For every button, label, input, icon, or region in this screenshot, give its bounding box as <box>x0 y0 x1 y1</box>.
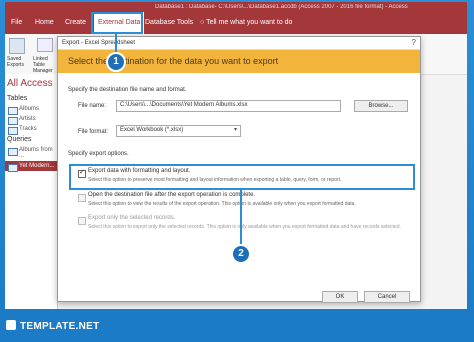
background: Database1 : Database- C:\Users\...\Datab… <box>0 0 474 342</box>
open-after-export-checkbox[interactable] <box>78 194 86 202</box>
navigation-pane: All Access Tables Albums Artists Tracks … <box>5 74 58 309</box>
tab-create[interactable]: Create <box>65 12 86 34</box>
file-format-value: Excel Workbook (*.xlsx) <box>120 127 184 133</box>
options-heading: Specify export options. <box>68 151 129 157</box>
open-after-export-label[interactable]: Open the destination file after the expo… <box>88 192 255 198</box>
nav-item-query-1[interactable]: Albums from ... <box>5 145 57 161</box>
nav-item-albums[interactable]: Albums <box>5 104 57 115</box>
open-after-export-desc: Select this option to view the results o… <box>88 201 356 207</box>
ok-button[interactable]: OK <box>322 291 358 303</box>
selected-records-desc: Select this option to export only the se… <box>88 224 401 230</box>
close-icon[interactable]: ? <box>412 38 416 47</box>
tell-me-text: Tell me what you want to do <box>206 19 293 26</box>
nav-item-query-2[interactable]: Yet Modern... <box>5 161 57 172</box>
highlight-export-formatting-option <box>69 164 415 190</box>
tab-home[interactable]: Home <box>35 12 54 34</box>
linked-table-manager-label[interactable]: Linked Table Manager <box>33 56 57 74</box>
callout-1: 1 <box>106 52 126 72</box>
chevron-down-icon: ▾ <box>233 127 237 133</box>
footer-bar: TEMPLATE.NET <box>0 309 474 342</box>
callout-2: 2 <box>231 244 251 264</box>
query-icon <box>8 148 18 156</box>
nav-group-queries[interactable]: Queries <box>5 134 57 145</box>
template-net-logo-icon <box>6 320 16 330</box>
nav-group-tables[interactable]: Tables <box>5 93 57 104</box>
callout-1-connector <box>115 32 117 52</box>
table-icon <box>8 127 18 135</box>
lightbulb-icon: ○ <box>200 19 205 26</box>
browse-button[interactable]: Browse... <box>354 100 408 112</box>
saved-exports-icon[interactable] <box>9 38 25 54</box>
file-format-select[interactable]: Excel Workbook (*.xlsx) ▾ <box>116 125 241 137</box>
highlight-external-data-tab <box>91 12 143 34</box>
dialog-title: Export - Excel Spreadsheet <box>58 37 420 50</box>
nav-header[interactable]: All Access <box>5 74 57 93</box>
spec-text: Specify the destination file name and fo… <box>68 87 187 93</box>
query-icon <box>8 164 18 172</box>
file-name-label: File name: <box>78 103 107 109</box>
tell-me-search[interactable]: ○ Tell me what you want to do <box>200 12 292 34</box>
ribbon-tabs: File Home Create External Data Database … <box>5 12 467 34</box>
file-name-field[interactable]: C:\Users\...\Documents\Yet Modern Albums… <box>116 100 341 112</box>
nav-item-tracks[interactable]: Tracks <box>5 124 57 135</box>
cancel-button[interactable]: Cancel <box>364 291 410 303</box>
linked-table-manager-icon[interactable] <box>37 38 53 52</box>
selected-records-checkbox[interactable] <box>78 217 86 225</box>
brand-text: TEMPLATE.NET <box>20 321 100 332</box>
saved-exports-label[interactable]: Saved Exports <box>7 56 33 68</box>
file-format-label: File format: <box>78 129 109 135</box>
selected-records-label[interactable]: Export only the selected records. <box>88 215 175 221</box>
tab-file[interactable]: File <box>11 12 22 34</box>
window-title: Database1 : Database- C:\Users\...\Datab… <box>155 4 408 10</box>
nav-item-artists[interactable]: Artists <box>5 114 57 125</box>
tab-database-tools[interactable]: Database Tools <box>145 12 193 34</box>
callout-2-connector <box>240 188 242 244</box>
banner-text: Select the destination for the data you … <box>68 56 279 66</box>
title-bar: Database1 : Database- C:\Users\...\Datab… <box>5 2 467 12</box>
